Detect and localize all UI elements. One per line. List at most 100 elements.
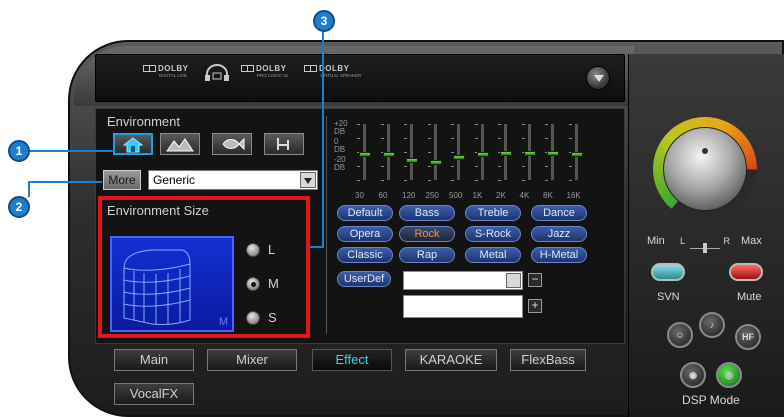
dsp-mode-label: DSP Mode [682,393,740,407]
preset-treble[interactable]: Treble [465,205,521,221]
volume-knob[interactable] [663,127,747,211]
eq-slider-knob[interactable] [523,150,536,156]
mute-toggle[interactable] [729,263,763,281]
eq-tick [404,138,407,139]
tab-mixer[interactable]: Mixer [207,349,297,371]
environment-select[interactable]: Generic [148,170,318,190]
userdef-name-input[interactable] [403,295,523,318]
eq-tick [498,180,501,181]
eq-slider-track[interactable] [433,124,437,180]
headphones-icon [203,64,231,82]
preset-userdef[interactable]: UserDef [337,271,391,287]
balance-slider[interactable]: L R [680,236,730,254]
eq-tick [521,180,525,181]
eq-frequency-label: 8K [543,191,553,200]
preset-classic[interactable]: Classic [337,247,393,263]
eq-tick [568,138,572,139]
preset-s-rock[interactable]: S-Rock [465,226,521,242]
eq-slider-knob[interactable] [382,152,395,157]
preset-dance[interactable]: Dance [531,205,587,221]
eq-tick [380,166,384,167]
dsp-music-button[interactable]: ♪ [699,312,725,338]
eq-tick [545,180,548,181]
eq-tick [451,138,454,139]
chevron-down-icon [300,172,316,188]
callout-2: 2 [8,196,30,218]
eq-presets: Default Bass Treble Dance Opera Rock S-Rock Jaz… [337,205,587,265]
eq-slider-knob[interactable] [570,152,583,157]
environment-title: Environment [107,114,180,129]
preset-opera[interactable]: Opera [337,226,393,242]
add-userdef-button[interactable]: + [528,299,542,313]
eq-frequency-label: 1K [472,191,483,200]
environment-size-title: Environment Size [107,203,209,218]
remove-userdef-button[interactable]: − [528,273,542,287]
size-radio-l[interactable] [246,243,260,257]
callout-1: 1 [8,140,30,162]
env-fish-button[interactable] [212,133,252,155]
eq-slider-track[interactable] [457,124,460,180]
balance-handle[interactable] [703,243,707,253]
dolby-virtual-speaker-logo: DOLBY VIRTUAL SPEAKER [304,64,361,78]
eq-frequency-labels: 30 60 120 250 500 1K 2K 4K 8K 16K [352,192,602,202]
callout-2-line [30,181,102,183]
volume-max-label: Max [741,235,762,247]
eq-tick [380,124,384,125]
eq-slider-track[interactable] [410,124,413,180]
svn-label: SVN [657,291,680,303]
eq-tick [357,138,360,139]
eq-slider-knob[interactable] [453,154,465,160]
eq-tick [474,180,478,181]
eq-frequency-label: 16K [566,191,581,200]
eq-frequency-label: 4K [519,191,530,200]
preset-default[interactable]: Default [337,205,393,221]
preset-h-metal[interactable]: H-Metal [531,247,587,263]
eq-tick [380,180,384,181]
eq-slider-knob[interactable] [547,150,559,156]
env-house-button[interactable] [113,133,153,155]
callout-3-line-h [310,246,324,248]
hf-label: HF [742,332,754,342]
eq-tick [357,180,360,181]
balance-l-label: L [680,236,686,246]
tab-main[interactable]: Main [114,349,194,371]
eq-slider-knob[interactable] [476,152,489,157]
userdef-select[interactable] [403,271,523,290]
dolby-logo-bar [95,54,625,102]
dsp-game-button[interactable]: ◉ [680,362,706,388]
eq-slider-knob[interactable] [429,160,442,166]
dsp-ghost-button[interactable]: ☺ [667,322,693,348]
eq-tick [404,180,407,181]
size-radio-m[interactable] [246,277,260,291]
eq-tick [357,124,360,125]
collapse-button[interactable] [586,66,610,90]
eq-tick [404,166,407,167]
size-radio-s[interactable] [246,311,260,325]
eq-tick [404,152,407,153]
preset-bass[interactable]: Bass [399,205,455,221]
preset-rap[interactable]: Rap [399,247,455,263]
dsp-hf-button[interactable]: HF [735,324,761,350]
dsp-5x-button[interactable]: ◎ [716,362,742,388]
balance-r-label: R [723,236,731,246]
preset-metal[interactable]: Metal [465,247,521,263]
env-chair-button[interactable] [264,133,304,155]
eq-slider-knob[interactable] [359,152,371,157]
preset-rock[interactable]: Rock [399,226,455,242]
mute-label: Mute [737,291,762,303]
eq-tick [498,138,501,139]
env-mountains-button[interactable] [160,133,200,155]
eq-tick [427,138,431,139]
chair-icon [277,138,289,150]
eq-slider-knob[interactable] [500,150,512,156]
eq-slider-knob[interactable] [406,157,418,163]
preset-jazz[interactable]: Jazz [531,226,587,242]
eq-frequency-label: 500 [449,191,463,200]
more-button[interactable]: More [103,170,141,190]
svn-toggle[interactable] [651,263,685,281]
tab-flexbass[interactable]: FlexBass [510,349,586,371]
chevron-down-icon [506,273,521,288]
tab-effect[interactable]: Effect [312,349,392,371]
tab-karaoke[interactable]: KARAOKE [405,349,497,371]
tab-vocalfx[interactable]: VocalFX [114,383,194,405]
